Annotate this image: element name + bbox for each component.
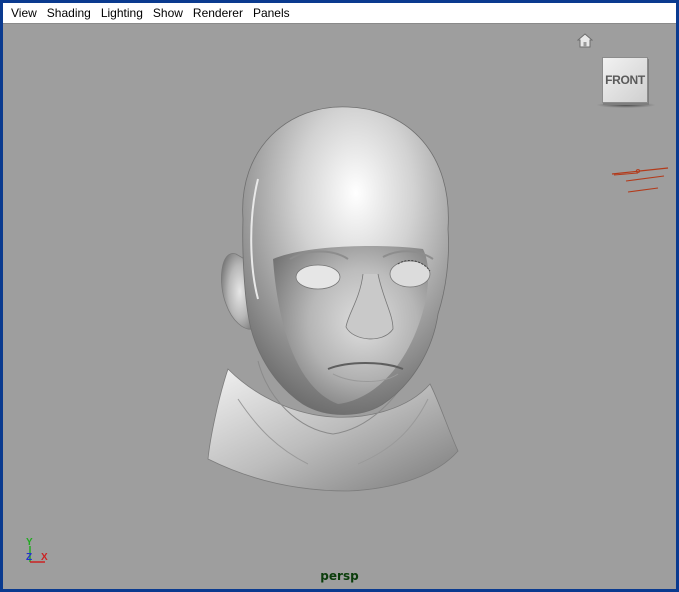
panel-menubar: View Shading Lighting Show Renderer Pane… bbox=[3, 3, 676, 24]
head-model[interactable] bbox=[198, 99, 468, 499]
menu-panels[interactable]: Panels bbox=[248, 3, 295, 24]
menu-renderer[interactable]: Renderer bbox=[188, 3, 248, 24]
axis-lines-icon: Y Z X bbox=[26, 537, 48, 563]
light-manipulator-icon[interactable] bbox=[608, 159, 672, 199]
home-icon[interactable] bbox=[577, 33, 593, 49]
menu-lighting[interactable]: Lighting bbox=[96, 3, 148, 24]
menu-show[interactable]: Show bbox=[148, 3, 188, 24]
axis-z-label: Z bbox=[26, 552, 32, 563]
viewport-panel: View Shading Lighting Show Renderer Pane… bbox=[0, 0, 679, 592]
axis-x-label: X bbox=[41, 552, 48, 563]
menu-shading[interactable]: Shading bbox=[42, 3, 96, 24]
viewcube[interactable]: FRONT bbox=[596, 54, 656, 112]
3d-viewport[interactable]: FRONT Y Z X persp bbox=[3, 24, 676, 589]
axis-y-label: Y bbox=[26, 537, 33, 548]
menu-view[interactable]: View bbox=[6, 3, 42, 24]
axis-gizmo: Y Z X bbox=[21, 532, 61, 572]
viewcube-front-face[interactable]: FRONT bbox=[602, 57, 648, 103]
camera-label: persp bbox=[320, 569, 359, 583]
